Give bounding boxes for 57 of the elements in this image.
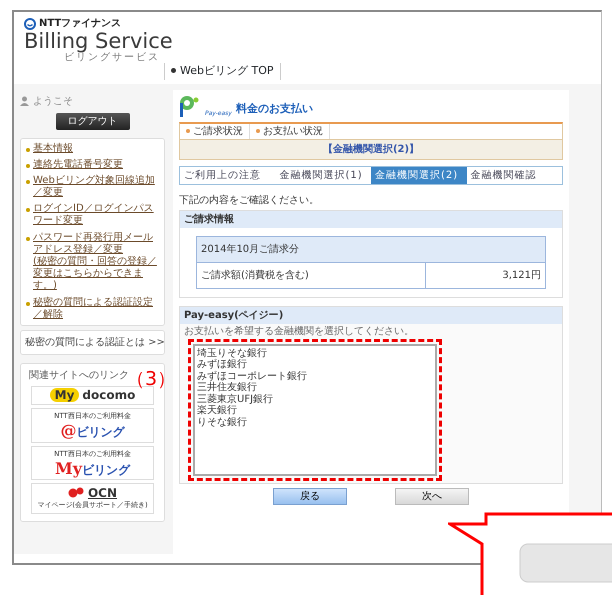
bank-option[interactable]: 三菱東京UFJ銀行 (197, 394, 433, 405)
welcome-text: ようこそ (33, 94, 73, 108)
bank-option[interactable]: みずほコーポレート銀行 (197, 370, 433, 382)
payment-logo-icon (179, 94, 201, 118)
bullet-icon (26, 236, 30, 241)
logout-button[interactable]: ログアウト (56, 112, 130, 130)
bullet-icon (256, 128, 260, 133)
company-name: NTTファイナンス (39, 17, 122, 31)
next-button[interactable]: 次へ (395, 488, 469, 504)
page-heading: 料金のお支払い (236, 101, 313, 117)
bank-listbox[interactable]: 埼玉りそな銀行 みずほ銀行 みずほコーポレート銀行 三井住友銀行 三菱東京UFJ銀行 楽天銀行 りそな銀行 (193, 344, 437, 476)
amount-cell: 3,121円 (426, 262, 546, 288)
logo-icon (24, 18, 36, 30)
bullet-icon (26, 148, 30, 152)
sidebar-link[interactable]: ログインID／ログインパスワード変更 (33, 203, 160, 228)
sidebar-link[interactable]: 秘密の質問による認証設定／解除 (33, 296, 160, 321)
amount-label-cell: ご請求額(消費税を含む) (196, 262, 426, 288)
banner-name: docomo (82, 388, 136, 402)
billing-period-cell: 2014年10月ご請求分 (196, 236, 546, 262)
step-item: ご利用上の注意 (183, 168, 262, 182)
banner-mark: My (50, 388, 80, 402)
user-icon (20, 96, 29, 106)
sidebar-link[interactable]: Webビリング対象回線追加／変更 (33, 174, 160, 200)
page-title: 【金融機関選択(2)】 (322, 142, 420, 156)
related-sites-title: 関連サイトへのリンク (29, 370, 129, 381)
instruction-text: お支払いを希望する金融機関を選択してください。 (183, 324, 415, 338)
step-item: 金融機関確認 (470, 168, 538, 182)
step-item: 金融機関選択(2) (371, 166, 466, 184)
sidebar-link[interactable]: パスワード再発行用メールアドレス登録／変更 (33, 232, 160, 256)
banner-name: ビリング (76, 425, 124, 440)
banner-name: OCN (88, 486, 118, 500)
banner-mark: My (54, 458, 82, 478)
step-item: 金融機関選択(1) (278, 168, 364, 182)
section-title: Pay-easy(ペイジー) (180, 306, 562, 324)
section-title: ご請求情報 (180, 210, 562, 228)
bank-option[interactable]: 埼玉りそな銀行 (197, 348, 433, 359)
bank-option[interactable]: 三井住友銀行 (197, 382, 433, 394)
site-subtitle: ビリングサービス (64, 52, 161, 63)
bullet-icon (26, 180, 30, 184)
ocn-logo-icon (68, 486, 84, 500)
bullet-icon (186, 128, 190, 133)
banner-name: ビリング (82, 462, 130, 477)
bank-option[interactable]: 楽天銀行 (197, 405, 433, 416)
back-button[interactable]: 戻る (273, 488, 347, 504)
bullet-icon (171, 68, 176, 74)
banner-mark: @ (60, 421, 76, 440)
bank-option[interactable]: りそな銀行 (197, 416, 433, 428)
bullet-icon (26, 208, 30, 212)
top-nav-link[interactable]: Webビリング TOP (180, 64, 274, 77)
bullet-icon (26, 302, 30, 306)
sidebar-link[interactable]: 基本情報 (33, 142, 73, 155)
bank-option[interactable]: みずほ銀行 (197, 359, 433, 370)
bullet-icon (26, 164, 30, 168)
intro-text: 下記の内容をご確認ください。 (179, 194, 320, 208)
sidebar-link[interactable]: (秘密の質問・回答の登録／変更はこちらからできます。) (33, 256, 160, 293)
sidebar-link[interactable]: 連絡先電話番号変更 (33, 158, 123, 171)
site-title: Billing Service (24, 31, 174, 52)
